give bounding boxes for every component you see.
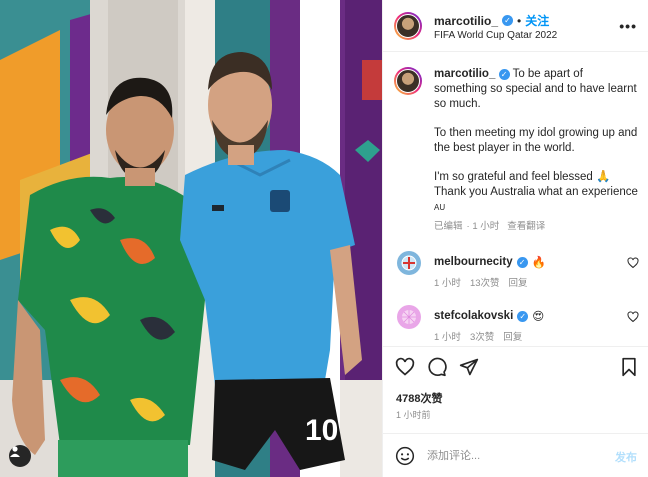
comment-likes[interactable]: 3次赞 <box>470 329 494 343</box>
comment-username[interactable]: melbournecity <box>434 256 513 268</box>
caption-time: · 1 小时 <box>466 221 500 232</box>
comment-time: 1 小时 <box>434 278 461 289</box>
verified-icon: ✓ <box>516 256 528 268</box>
likes-count[interactable]: 4788次赞 <box>396 390 442 406</box>
comment-composer: 发布 <box>383 433 648 477</box>
post-header: marcotilio_ ✓ • 关注 FIFA World Cup Qatar … <box>383 0 648 52</box>
verified-icon: ✓ <box>502 15 514 26</box>
tagged-user-icon[interactable] <box>9 445 31 467</box>
edited-label: 已编辑 <box>434 221 463 232</box>
comment-meta: 1 小时 13次赞 回复 <box>434 275 528 289</box>
post-location[interactable]: FIFA World Cup Qatar 2022 <box>434 30 557 41</box>
comment-heart-icon[interactable] <box>627 311 639 323</box>
comment-meta: 1 小时 3次赞 回复 <box>434 329 522 343</box>
separator-dot: • <box>517 13 522 28</box>
comment-item: melbournecity ✓ 🔥 1 小时 13次赞 回复 <box>383 251 648 291</box>
caption-paragraph-2: To then meeting my idol growing up and t… <box>434 127 638 154</box>
comment-text: 😍 <box>532 311 545 323</box>
bookmark-icon[interactable] <box>619 357 639 377</box>
reply-button[interactable]: 回复 <box>503 329 522 343</box>
comment-item: stefcolakovski ✓ 😍 1 小时 3次赞 回复 <box>383 305 648 345</box>
see-translation-link[interactable]: 查看翻译 <box>507 218 545 232</box>
comment-time: 1 小时 <box>434 332 461 343</box>
comment-text: 🔥 <box>531 257 546 269</box>
svg-text:10: 10 <box>305 414 338 447</box>
emoji-icon[interactable] <box>395 446 415 466</box>
comment-heart-icon[interactable] <box>627 257 639 269</box>
verified-icon: ✓ <box>498 69 510 80</box>
more-options-icon[interactable]: ••• <box>619 18 637 34</box>
author-line: marcotilio_ ✓ • 关注 <box>434 12 549 29</box>
author-avatar[interactable] <box>394 12 422 40</box>
comment-icon[interactable] <box>427 357 447 377</box>
verified-icon: ✓ <box>517 310 529 322</box>
post-comment-button[interactable]: 发布 <box>615 449 637 465</box>
post-side-panel: marcotilio_ ✓ • 关注 FIFA World Cup Qatar … <box>382 0 648 477</box>
comment-author-line: melbournecity ✓ 🔥 <box>434 255 546 269</box>
comment-avatar[interactable] <box>397 251 421 275</box>
comment-input[interactable] <box>427 446 587 466</box>
caption-avatar[interactable] <box>394 67 422 95</box>
post-actions-bar <box>383 346 648 386</box>
flag-au: AU <box>434 203 446 212</box>
caption-paragraph-3b: Thank you Australia what an experience <box>434 186 638 198</box>
post-photo[interactable]: 10 <box>0 0 382 477</box>
heart-icon[interactable] <box>395 357 415 377</box>
caption-paragraph-3a: I'm so grateful and feel blessed 🙏 <box>434 171 611 183</box>
follow-button[interactable]: 关注 <box>525 12 549 29</box>
comment-avatar[interactable] <box>397 305 421 329</box>
melbourne-city-logo-icon <box>401 255 417 271</box>
comment-username[interactable]: stefcolakovski <box>434 310 513 322</box>
comment-likes[interactable]: 13次赞 <box>470 275 500 289</box>
comment-author-line: stefcolakovski ✓ 😍 <box>434 309 544 323</box>
caption-username[interactable]: marcotilio_ <box>434 68 495 80</box>
caption-text: marcotilio_ ✓ To be apart of something s… <box>434 67 639 215</box>
photo-illustration: 10 <box>0 0 382 477</box>
caption-meta: 已编辑 · 1 小时 查看翻译 <box>434 218 545 232</box>
sphere-avatar-icon <box>402 310 416 324</box>
post-timestamp[interactable]: 1 小时前 <box>396 408 431 421</box>
author-username[interactable]: marcotilio_ <box>434 14 498 28</box>
person-icon <box>10 446 20 457</box>
share-icon[interactable] <box>459 357 479 377</box>
reply-button[interactable]: 回复 <box>509 275 528 289</box>
